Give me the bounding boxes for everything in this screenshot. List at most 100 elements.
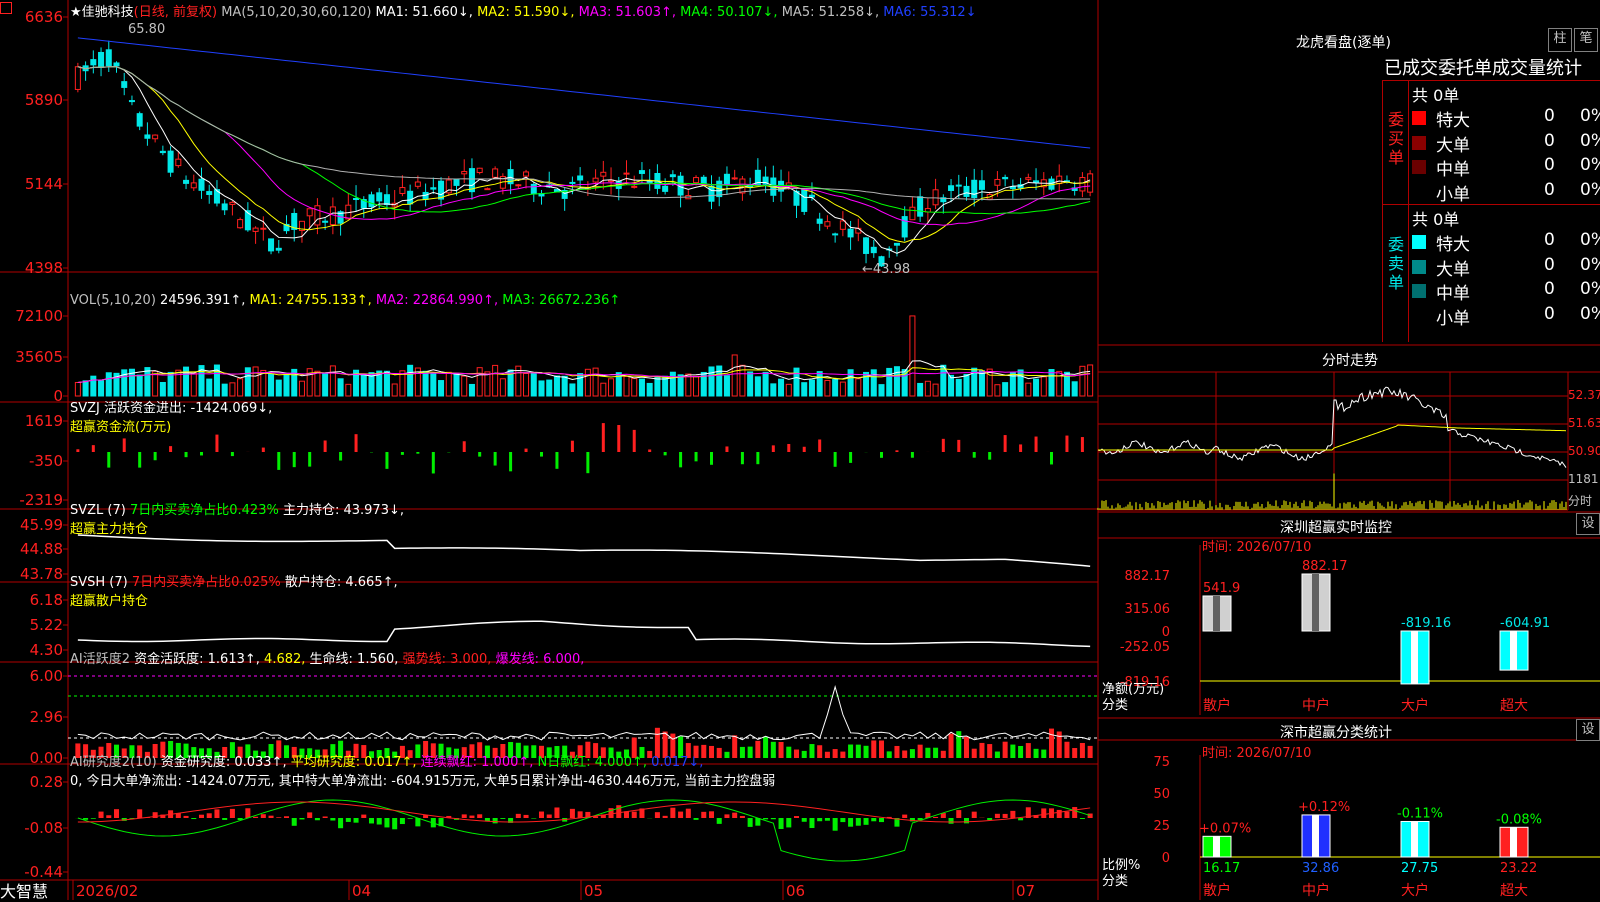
activity-bar bbox=[987, 744, 992, 758]
volume-bar bbox=[122, 370, 127, 396]
candle-body bbox=[740, 179, 745, 193]
candle-body bbox=[1080, 178, 1085, 191]
candle-body bbox=[400, 188, 405, 194]
volume-bar bbox=[786, 384, 791, 396]
candle-body bbox=[230, 202, 235, 204]
row-pct: 0% bbox=[1580, 155, 1600, 175]
bar-mode-button[interactable]: 柱 bbox=[1548, 28, 1572, 52]
volume-bar bbox=[361, 375, 366, 396]
volume-bar bbox=[686, 374, 691, 396]
y-tick-label: 43.78 bbox=[20, 565, 63, 583]
brand-logo[interactable]: 大智慧 bbox=[0, 878, 48, 902]
research-bar bbox=[717, 818, 722, 824]
research-bar bbox=[462, 814, 467, 818]
volume-bar bbox=[315, 371, 320, 396]
volume-bar bbox=[771, 384, 776, 396]
volume-bar bbox=[1088, 365, 1093, 396]
fund-flow-bar bbox=[138, 452, 141, 468]
svsh-head: SVSH (7) bbox=[70, 575, 128, 590]
research-bar bbox=[709, 811, 714, 818]
volume-bar bbox=[879, 385, 884, 396]
volume-bar bbox=[670, 372, 675, 396]
vol-head: VOL(5,10,20) bbox=[70, 293, 156, 308]
research-bar bbox=[964, 818, 969, 823]
activity-bar bbox=[840, 752, 845, 758]
volume-bar bbox=[794, 368, 799, 396]
sz-bar-value: -604.91 bbox=[1500, 616, 1550, 631]
fenshi-avg-line bbox=[1098, 425, 1566, 450]
volume-bar bbox=[423, 371, 428, 396]
volume-bar bbox=[269, 374, 274, 396]
main-holding-line bbox=[78, 535, 1090, 566]
candle-body bbox=[137, 114, 142, 126]
ai3-t2: 平均研究度: 0.017↑, bbox=[291, 755, 417, 770]
volume-bar bbox=[779, 379, 784, 396]
x-axis-label: 05 bbox=[584, 882, 603, 900]
volume-bar bbox=[910, 316, 915, 396]
candle-body bbox=[276, 248, 281, 250]
cls-xlabel: 分类 bbox=[1102, 874, 1128, 889]
candle-body bbox=[191, 183, 196, 188]
volume-bar bbox=[887, 368, 892, 396]
row-value: 0 bbox=[1544, 155, 1555, 175]
candle-body bbox=[462, 172, 467, 174]
cls-ytick: 25 bbox=[1153, 819, 1170, 834]
candle-body bbox=[1034, 181, 1039, 183]
row-pct: 0% bbox=[1580, 131, 1600, 151]
fund-flow-bar bbox=[957, 440, 960, 452]
sz-ytick: 882.17 bbox=[1125, 569, 1171, 584]
svzl-header: SVZL (7) 7日内买卖净占比0.423% 主力持仓: 43.973↓, 超… bbox=[70, 499, 404, 537]
fund-flow-bar bbox=[571, 441, 574, 452]
activity-bar bbox=[918, 745, 923, 758]
swatch-icon bbox=[1412, 235, 1426, 249]
cls-bar-value: 16.17 bbox=[1203, 861, 1240, 876]
volume-bar bbox=[145, 368, 150, 396]
y-tick-label: 45.99 bbox=[20, 516, 63, 534]
tick-mode-button[interactable]: 笔 bbox=[1574, 28, 1598, 52]
research-bar bbox=[632, 812, 637, 818]
sz-settings-button[interactable]: 设 bbox=[1576, 513, 1600, 535]
y-tick-label: 5.22 bbox=[30, 616, 63, 634]
ma-value-3: MA3: 51.603↑, bbox=[574, 5, 676, 20]
y-tick-label: 72100 bbox=[15, 307, 63, 325]
research-bar bbox=[809, 818, 814, 828]
research-bar bbox=[995, 814, 1000, 818]
volume-bar bbox=[918, 383, 923, 396]
corner-icon[interactable] bbox=[0, 2, 12, 14]
research-bar bbox=[902, 815, 907, 818]
stock-name[interactable]: ★佳驰科技 bbox=[70, 5, 134, 20]
volume-bar bbox=[956, 379, 961, 396]
volume-bar bbox=[454, 374, 459, 396]
volume-bar bbox=[485, 372, 490, 396]
volume-bar bbox=[856, 379, 861, 396]
candle-body bbox=[1026, 178, 1031, 180]
volume-bar bbox=[238, 379, 243, 396]
sz-category-label: 大户 bbox=[1401, 697, 1429, 714]
sell-side-label: 委卖单 bbox=[1386, 235, 1406, 292]
fund-flow-bar bbox=[942, 439, 945, 452]
volume-bar bbox=[1034, 379, 1039, 396]
activity-bar bbox=[941, 751, 946, 758]
activity-bar bbox=[933, 748, 938, 758]
cls-bar-value: 27.75 bbox=[1401, 861, 1438, 876]
fenshi-ytick: 1181 bbox=[1568, 472, 1599, 486]
y-tick-label: 6.00 bbox=[30, 667, 63, 685]
ma-value-5: MA5: 51.258↓, bbox=[778, 5, 880, 20]
buy-rows: 特大00%大单00%中单00%小单00% bbox=[1412, 106, 1600, 204]
fund-flow-bar bbox=[617, 425, 620, 452]
fund-flow-bar bbox=[741, 452, 744, 464]
candle-body bbox=[817, 219, 822, 223]
research-bar bbox=[1072, 807, 1077, 818]
volume-bar bbox=[825, 380, 830, 396]
cls-settings-button[interactable]: 设 bbox=[1576, 719, 1600, 741]
x-axis-label: 04 bbox=[352, 882, 371, 900]
candle-body bbox=[377, 193, 382, 201]
volume-bar bbox=[833, 379, 838, 396]
candle-body bbox=[323, 221, 328, 222]
y-tick-label: 1619 bbox=[25, 412, 63, 430]
chart-mode[interactable]: (日线, 前复权) bbox=[134, 5, 217, 20]
fund-flow-bar bbox=[169, 446, 172, 452]
svzl-head: SVZL (7) bbox=[70, 503, 126, 518]
ai2-t5: 爆发线: 6.000, bbox=[496, 652, 585, 667]
fund-flow-bar bbox=[416, 452, 419, 454]
